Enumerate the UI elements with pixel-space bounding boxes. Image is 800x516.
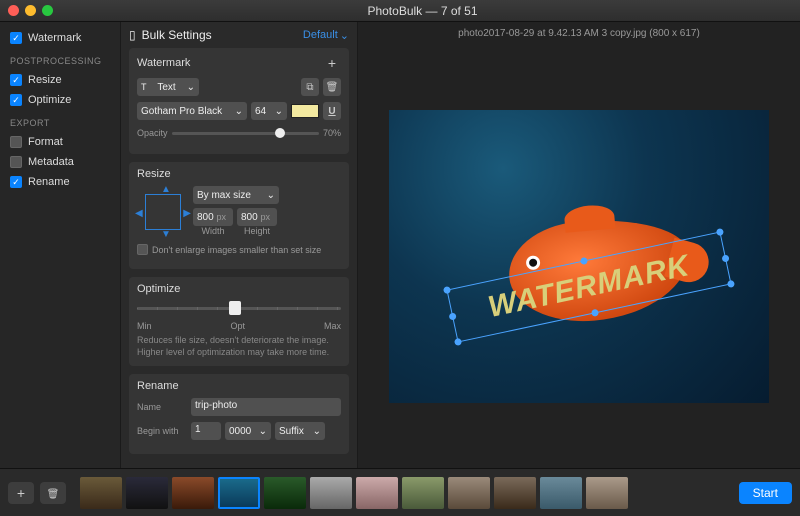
chevron-down-icon: ⌄ [259,426,267,437]
panel-title: Watermark [137,57,190,69]
opacity-slider[interactable] [172,126,319,140]
checkbox-icon[interactable] [10,156,22,168]
sidebar-item-resize[interactable]: ✓ Resize [6,72,114,88]
optimize-panel: Optimize Min Opt Max Reduces file size, … [129,277,349,366]
rename-panel: Rename Name trip-photo Begin with 1 0000… [129,374,349,454]
resize-constraint-widget[interactable]: ▲ ▼ ◀ ▶ [137,186,189,238]
close-window-button[interactable] [8,5,19,16]
maximize-window-button[interactable] [42,5,53,16]
thumbnail[interactable] [218,477,260,509]
preview-pane: photo2017-08-29 at 9.42.13 AM 3 copy.jpg… [358,22,800,468]
name-label: Name [137,402,187,412]
sidebar: ✓ Watermark POSTPROCESSING ✓ Resize ✓ Op… [0,22,120,468]
sidebar-item-label: Resize [28,74,62,86]
sidebar-item-label: Optimize [28,94,71,106]
duplicate-watermark-button[interactable]: ⧉ [301,78,319,96]
sidebar-item-rename[interactable]: ✓ Rename [6,174,114,190]
position-select[interactable]: Suffix⌄ [275,422,325,440]
chevron-down-icon: ⌄ [235,106,243,117]
font-select[interactable]: Gotham Pro Black⌄ [137,102,247,120]
watermark-type-select[interactable]: TText⌄ [137,78,199,96]
dont-enlarge-label: Don't enlarge images smaller than set si… [152,245,321,255]
thumbnail[interactable] [126,477,168,509]
chevron-down-icon: ⌄ [267,190,275,201]
sidebar-item-label: Watermark [28,32,81,44]
digits-select[interactable]: 0000⌄ [225,422,271,440]
settings-title: ▯ Bulk Settings [129,28,212,42]
chevron-down-icon: ⌄ [275,106,283,117]
sidebar-item-metadata[interactable]: Metadata [6,154,114,170]
resize-panel: Resize ▲ ▼ ◀ ▶ By max size⌄ 800 px [129,162,349,269]
plus-icon [17,485,25,501]
opacity-value: 70% [323,128,341,138]
panel-icon: ▯ [129,28,136,42]
settings-column: ▯ Bulk Settings Default ⌄ Watermark + TT… [120,22,358,468]
begin-with-label: Begin with [137,426,187,436]
dont-enlarge-checkbox[interactable] [137,244,148,255]
chevron-down-icon: ⌄ [313,426,321,437]
panel-title: Resize [137,168,171,180]
thumbnail[interactable] [586,477,628,509]
optimize-help: Reduces file size, doesn't deteriorate t… [137,335,341,358]
remove-image-button[interactable] [40,482,66,504]
chevron-down-icon: ⌄ [340,29,349,42]
start-button[interactable]: Start [739,482,792,504]
thumbnail[interactable] [264,477,306,509]
add-images-button[interactable] [8,482,34,504]
sidebar-item-optimize[interactable]: ✓ Optimize [6,92,114,108]
window-controls [8,5,53,16]
thumbnail[interactable] [540,477,582,509]
width-input[interactable]: 800 px [193,208,233,226]
begin-with-input[interactable]: 1 [191,422,221,440]
sidebar-item-label: Metadata [28,156,74,168]
sidebar-item-watermark[interactable]: ✓ Watermark [6,30,114,46]
checkbox-icon[interactable]: ✓ [10,74,22,86]
rename-name-input[interactable]: trip-photo [191,398,341,416]
optimize-slider[interactable] [137,301,341,319]
sidebar-item-format[interactable]: Format [6,134,114,150]
sidebar-section-postprocessing: POSTPROCESSING [6,56,114,66]
thumbnail[interactable] [310,477,352,509]
sidebar-item-label: Rename [28,176,70,188]
thumbnail[interactable] [448,477,490,509]
height-input[interactable]: 800 px [237,208,277,226]
thumbnail[interactable] [356,477,398,509]
checkbox-icon[interactable]: ✓ [10,176,22,188]
resize-mode-select[interactable]: By max size⌄ [193,186,279,204]
opacity-label: Opacity [137,128,168,138]
checkbox-icon[interactable]: ✓ [10,32,22,44]
chevron-down-icon: ⌄ [187,82,195,93]
titlebar: PhotoBulk — 7 of 51 [0,0,800,22]
watermark-panel: Watermark + TText⌄ ⧉ 🗑 Gotham Pro Black⌄… [129,48,349,154]
delete-watermark-button[interactable]: 🗑 [323,78,341,96]
thumbnail[interactable] [80,477,122,509]
panel-title: Rename [137,380,179,392]
thumbnail[interactable] [494,477,536,509]
sidebar-item-label: Format [28,136,63,148]
checkbox-icon[interactable]: ✓ [10,94,22,106]
preset-dropdown[interactable]: Default ⌄ [303,29,349,42]
font-size-input[interactable]: 64⌄ [251,102,287,120]
panel-title: Optimize [137,283,180,295]
preview-filename: photo2017-08-29 at 9.42.13 AM 3 copy.jpg… [358,22,800,45]
preview-image[interactable]: WATERMARK [389,110,769,403]
minimize-window-button[interactable] [25,5,36,16]
underline-toggle[interactable]: U [323,102,341,120]
thumbnail[interactable] [172,477,214,509]
trash-icon [47,486,60,500]
checkbox-icon[interactable] [10,136,22,148]
window-title: PhotoBulk — 7 of 51 [53,4,792,18]
thumbnail[interactable] [402,477,444,509]
thumbnail-strip [72,477,733,509]
color-picker[interactable] [291,104,319,118]
add-watermark-button[interactable]: + [323,54,341,72]
sidebar-section-export: EXPORT [6,118,114,128]
bottom-bar: Start [0,468,800,516]
